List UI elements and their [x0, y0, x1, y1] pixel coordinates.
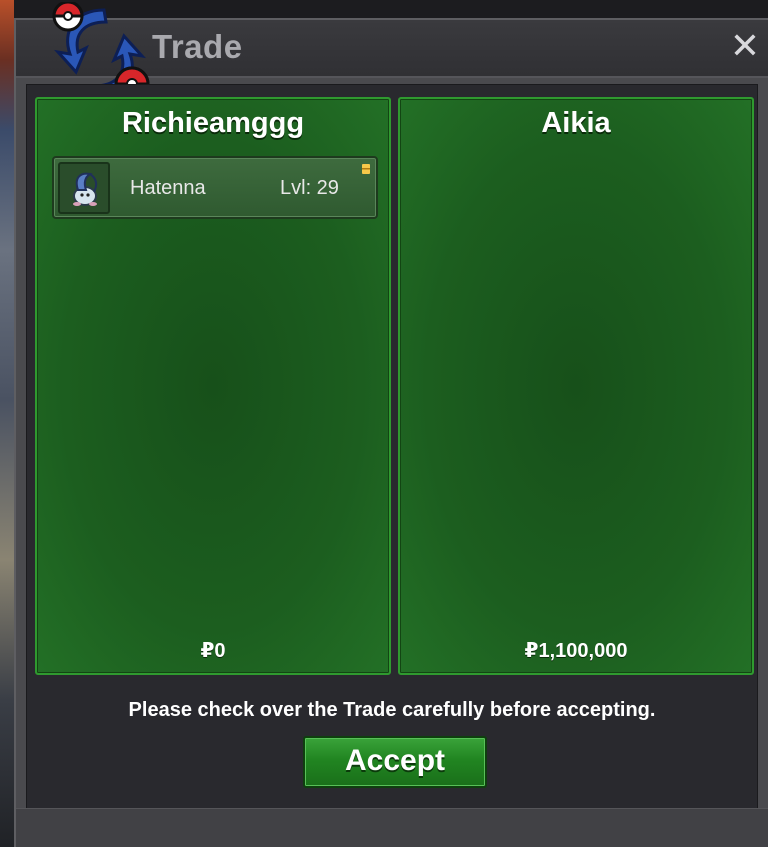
partner-offer-panel: Aikia ₽1,100,000: [398, 97, 754, 675]
my-offer-panel: Richieamggg Hatenna Lvl: 29 ₽0: [35, 97, 391, 675]
pokemon-sprite-icon: [58, 162, 110, 214]
accept-button[interactable]: Accept: [303, 736, 487, 788]
trade-window: Trade ✕ Richieamggg Hatenna Lvl: 29 ₽0 A…: [14, 2, 768, 847]
trade-item-slot[interactable]: Hatenna Lvl: 29: [52, 156, 378, 219]
trade-warning-text: Please check over the Trade carefully be…: [128, 699, 656, 721]
close-button[interactable]: ✕: [728, 28, 762, 66]
partner-player-name: Aikia: [541, 107, 611, 139]
partner-money-offer: ₽1,100,000: [524, 640, 628, 662]
game-background: [0, 0, 14, 847]
item-indicator-icon: [362, 164, 370, 174]
my-player-name: Richieamggg: [121, 107, 305, 139]
window-bottom-bar: [16, 808, 768, 847]
my-money-offer: ₽0: [200, 640, 226, 662]
trade-content: Richieamggg Hatenna Lvl: 29 ₽0 Aikia ₽1,…: [26, 84, 758, 812]
window-title: Trade: [152, 28, 243, 65]
pokemon-name: Hatenna: [130, 177, 206, 199]
pokemon-level: Lvl: 29: [280, 177, 339, 199]
